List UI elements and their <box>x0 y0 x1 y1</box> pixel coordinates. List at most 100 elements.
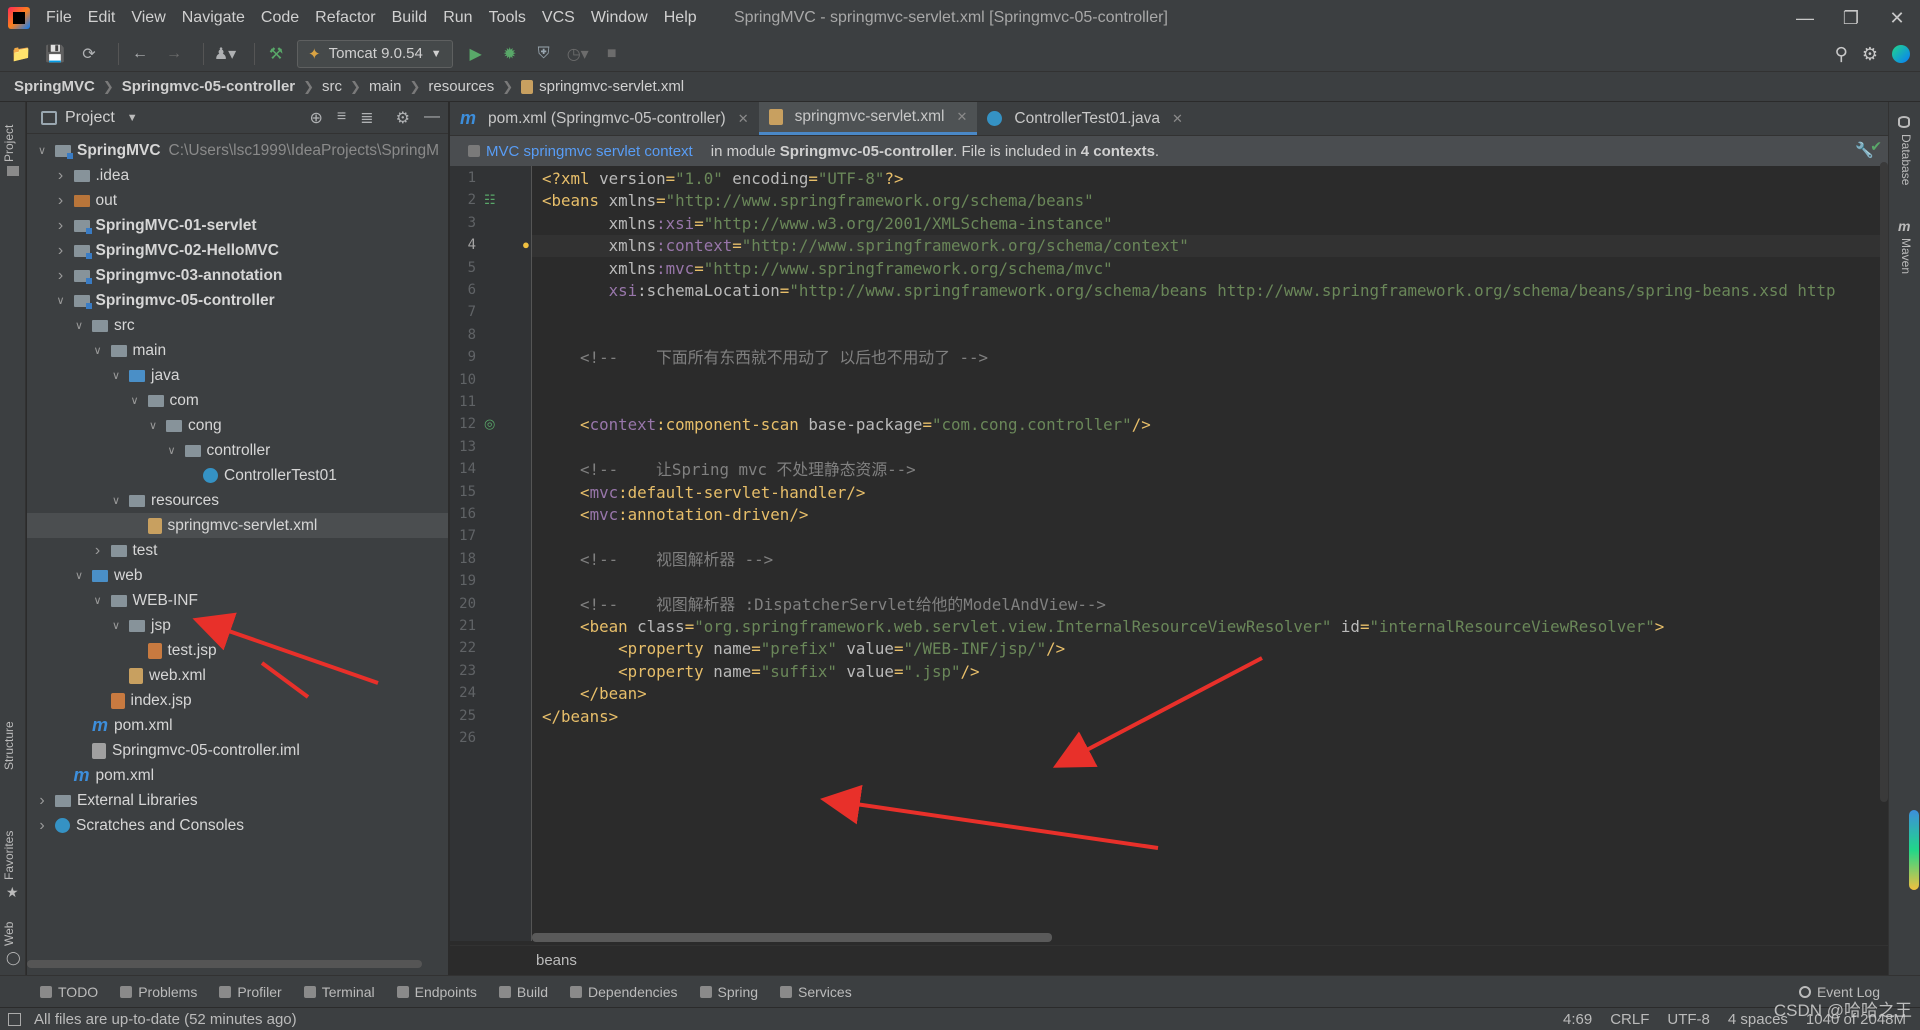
chevron-down-icon[interactable]: ∨ <box>165 444 179 457</box>
tool-window-build[interactable]: Build <box>498 984 548 1000</box>
gear-icon[interactable]: ⚙ <box>396 108 410 128</box>
tree-item[interactable]: ∨ main <box>27 338 448 363</box>
tree-item[interactable]: › test <box>27 538 448 563</box>
tree-item[interactable]: springmvc-servlet.xml <box>27 513 448 538</box>
context-link[interactable]: MVC springmvc servlet context <box>486 143 693 160</box>
run-icon[interactable]: ▶ <box>463 41 489 67</box>
chevron-down-icon[interactable]: ∨ <box>109 494 123 507</box>
chevron-down-icon[interactable]: ▼ <box>127 112 138 124</box>
search-icon[interactable]: ⚲ <box>1835 44 1848 65</box>
status-panel-icon[interactable] <box>8 1013 21 1026</box>
close-tab-icon[interactable]: ✕ <box>957 109 968 125</box>
menu-navigate[interactable]: Navigate <box>174 0 253 36</box>
collapse-all-icon[interactable]: ≣ <box>360 108 373 128</box>
close-icon[interactable]: ✕ <box>1874 0 1920 36</box>
tree-item[interactable]: ∨ SpringMVC C:\Users\lsc1999\IdeaProjects\… <box>27 138 448 163</box>
run-configuration-select[interactable]: ✦ Tomcat 9.0.54 ▼ <box>297 39 453 68</box>
editor-vertical-scrollbar[interactable] <box>1880 162 1888 802</box>
tree-item[interactable]: › out <box>27 188 448 213</box>
tree-item[interactable]: m pom.xml <box>27 713 448 738</box>
line-separator[interactable]: CRLF <box>1610 1008 1649 1030</box>
tree-item[interactable]: ∨ src <box>27 313 448 338</box>
restore-icon[interactable]: ❐ <box>1828 0 1874 36</box>
inspection-ok-icon[interactable]: ✔ <box>1870 138 1882 155</box>
tree-item[interactable]: ∨ java <box>27 363 448 388</box>
chevron-right-icon[interactable]: › <box>54 267 68 285</box>
chevron-down-icon[interactable]: ∨ <box>109 619 123 632</box>
tool-window-terminal[interactable]: Terminal <box>303 984 375 1000</box>
menu-window[interactable]: Window <box>583 0 656 36</box>
tool-window-todo[interactable]: TODO <box>40 984 98 1000</box>
caret-position[interactable]: 4:69 <box>1563 1008 1592 1030</box>
editor-structure-breadcrumb[interactable]: beans <box>450 945 1888 975</box>
menu-edit[interactable]: Edit <box>80 0 124 36</box>
back-arrow-icon[interactable]: ← <box>127 41 153 67</box>
breadcrumb-item[interactable]: main <box>369 78 402 95</box>
chevron-down-icon[interactable]: ∨ <box>146 419 160 432</box>
vcs-user-icon[interactable]: ♟▾ <box>212 41 238 67</box>
tool-window-problems[interactable]: Problems <box>120 984 197 1000</box>
chevron-down-icon[interactable]: ∨ <box>54 294 68 307</box>
tree-item[interactable]: ∨ controller <box>27 438 448 463</box>
tree-item[interactable]: › SpringMVC-02-HelloMVC <box>27 238 448 263</box>
menu-vcs[interactable]: VCS <box>534 0 583 36</box>
code-view[interactable]: <?xml version="1.0" encoding="UTF-8"?> <b… <box>532 166 1888 941</box>
editor-tab[interactable]: ControllerTest01.java ✕ <box>977 102 1193 135</box>
web-tool-tab[interactable]: Web <box>2 922 16 946</box>
breadcrumb-item[interactable]: springmvc-servlet.xml <box>539 78 684 95</box>
locate-crosshair-icon[interactable]: ⊕ <box>310 108 323 128</box>
chevron-right-icon[interactable]: › <box>35 817 49 835</box>
tree-item[interactable]: › .idea <box>27 163 448 188</box>
sync-icon[interactable]: ⟳ <box>76 41 102 67</box>
settings-gear-icon[interactable]: ⚙ <box>1862 44 1878 65</box>
chevron-down-icon[interactable]: ∨ <box>35 144 49 157</box>
tool-window-profiler[interactable]: Profiler <box>219 984 282 1000</box>
tree-item[interactable]: m pom.xml <box>27 763 448 788</box>
save-all-icon[interactable]: 💾 <box>42 41 68 67</box>
menu-view[interactable]: View <box>123 0 173 36</box>
tree-item[interactable]: Springmvc-05-controller.iml <box>27 738 448 763</box>
chevron-down-icon[interactable]: ∨ <box>72 319 86 332</box>
menu-refactor[interactable]: Refactor <box>307 0 383 36</box>
toolbox-icon[interactable] <box>1892 45 1910 63</box>
structure-tool-tab[interactable]: Structure <box>2 721 16 770</box>
minimize-icon[interactable]: — <box>1782 0 1828 36</box>
breadcrumb-item[interactable]: SpringMVC <box>14 78 95 95</box>
editor-tab[interactable]: springmvc-servlet.xml ✕ <box>758 102 978 135</box>
menu-code[interactable]: Code <box>253 0 307 36</box>
open-folder-icon[interactable]: 📁 <box>8 41 34 67</box>
chevron-right-icon[interactable]: › <box>54 217 68 235</box>
tree-item[interactable]: ∨ web <box>27 563 448 588</box>
chevron-down-icon[interactable]: ∨ <box>91 344 105 357</box>
tool-window-spring[interactable]: Spring <box>699 984 758 1000</box>
lightbulb-icon[interactable]: ● <box>522 237 530 252</box>
tool-window-dependencies[interactable]: Dependencies <box>570 984 678 1000</box>
database-tool-tab[interactable]: Database <box>1899 134 1913 185</box>
tree-item[interactable]: test.jsp <box>27 638 448 663</box>
tree-item[interactable]: › Springmvc-03-annotation <box>27 263 448 288</box>
favorites-tool-tab[interactable]: Favorites <box>2 831 16 880</box>
tree-item[interactable]: ∨ jsp <box>27 613 448 638</box>
tool-window-services[interactable]: Services <box>780 984 852 1000</box>
stop-icon[interactable]: ■ <box>599 41 625 67</box>
tree-item[interactable]: › External Libraries <box>27 788 448 813</box>
tree-item[interactable]: › SpringMVC-01-servlet <box>27 213 448 238</box>
chevron-right-icon[interactable]: › <box>54 192 68 210</box>
profile-icon[interactable]: ◷▾ <box>565 41 591 67</box>
tool-window-endpoints[interactable]: Endpoints <box>396 984 477 1000</box>
menu-run[interactable]: Run <box>435 0 480 36</box>
breadcrumb-item[interactable]: resources <box>428 78 494 95</box>
chevron-down-icon[interactable]: ∨ <box>128 394 142 407</box>
close-tab-icon[interactable]: ✕ <box>738 111 749 127</box>
debug-icon[interactable]: ✹ <box>497 41 523 67</box>
chevron-down-icon[interactable]: ∨ <box>72 569 86 582</box>
close-tab-icon[interactable]: ✕ <box>1172 111 1183 127</box>
chevron-right-icon[interactable]: › <box>35 792 49 810</box>
tree-horizontal-scrollbar[interactable] <box>27 960 422 968</box>
project-title[interactable]: Project <box>65 109 115 127</box>
menu-build[interactable]: Build <box>384 0 436 36</box>
expand-all-icon[interactable]: ≡ <box>337 108 346 128</box>
spring-scan-icon[interactable]: ◎ <box>484 416 495 432</box>
maven-tool-tab[interactable]: Maven <box>1899 238 1913 274</box>
chevron-down-icon[interactable]: ∨ <box>91 594 105 607</box>
